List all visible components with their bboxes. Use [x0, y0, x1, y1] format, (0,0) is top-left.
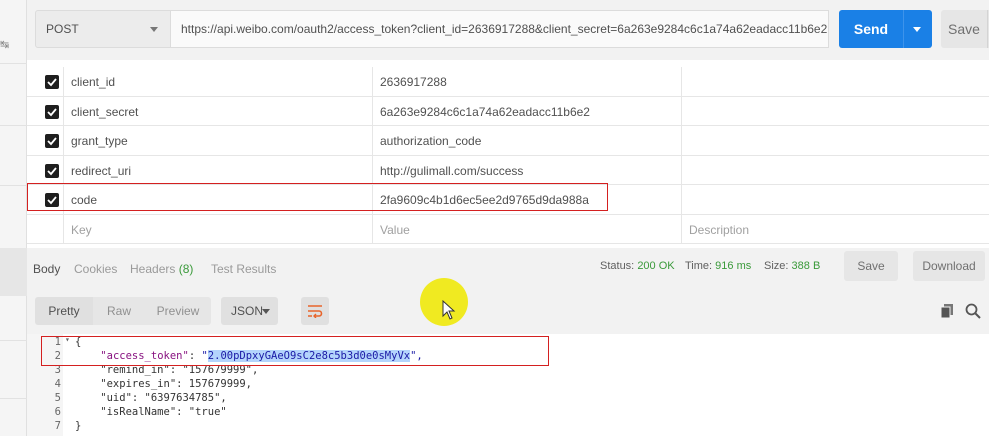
- download-button[interactable]: Download: [913, 251, 985, 281]
- format-label: JSON: [231, 304, 264, 318]
- param-value[interactable]: 6a263e9284c6c1a74a62eadacc11b6e2: [380, 105, 590, 119]
- param-value[interactable]: http://gulimall.com/success: [380, 164, 523, 178]
- save-label: Save: [948, 21, 980, 37]
- mouse-pointer-icon: [442, 300, 456, 320]
- annotation-highlight-box: [41, 336, 549, 366]
- checkbox-checked-icon[interactable]: [45, 134, 59, 148]
- tab-headers[interactable]: Headers (8): [130, 262, 193, 276]
- chevron-down-icon: [262, 309, 270, 314]
- size-readout: Size: 388 B: [764, 260, 820, 272]
- param-row: redirect_uri http://gulimall.com/success: [27, 155, 989, 185]
- url-input[interactable]: https://api.weibo.com/oauth2/access_toke…: [171, 10, 829, 48]
- tab-headers-label: Headers: [130, 262, 176, 276]
- send-divider: [903, 10, 904, 48]
- format-select[interactable]: JSON: [221, 297, 278, 325]
- wrap-lines-icon[interactable]: [301, 297, 329, 325]
- chevron-down-icon: [150, 27, 158, 32]
- param-key[interactable]: client_secret: [71, 105, 138, 119]
- size-value: 388 B: [791, 260, 821, 272]
- status-readout: Status: 200 OK: [600, 260, 675, 272]
- param-row: grant_type authorization_code: [27, 126, 989, 156]
- view-pretty-button[interactable]: Pretty: [35, 297, 93, 325]
- save-response-button[interactable]: Save: [844, 251, 898, 281]
- param-key[interactable]: grant_type: [71, 134, 128, 148]
- value-placeholder[interactable]: Value: [380, 223, 410, 237]
- code-line: }: [75, 420, 82, 432]
- method-label: POST: [46, 22, 79, 36]
- sidebar-divider: [0, 398, 27, 399]
- time-value: 916 ms: [715, 260, 752, 272]
- sidebar-edge-icon: ↹: [0, 39, 10, 51]
- request-url-bar: POST https://api.weibo.com/oauth2/access…: [27, 0, 989, 60]
- param-value[interactable]: authorization_code: [380, 134, 481, 148]
- description-placeholder[interactable]: Description: [689, 223, 749, 237]
- time-readout: Time: 916 ms: [685, 260, 751, 272]
- send-label: Send: [853, 21, 889, 37]
- tab-cookies[interactable]: Cookies: [74, 262, 117, 276]
- response-toolbar: Pretty Raw Preview JSON: [27, 288, 989, 334]
- params-table: client_id 2636917288 client_secret 6a263…: [27, 67, 989, 244]
- tab-test-results[interactable]: Test Results: [211, 262, 276, 276]
- save-request-button[interactable]: Save: [941, 10, 989, 48]
- code-line: "expires_in": 157679999,: [75, 378, 253, 390]
- checkbox-checked-icon[interactable]: [45, 163, 59, 178]
- tab-body[interactable]: Body: [33, 262, 60, 276]
- method-select[interactable]: POST: [35, 10, 171, 48]
- checkbox-checked-icon[interactable]: [45, 104, 59, 119]
- line-number: 7: [54, 420, 61, 432]
- status-label: Status:: [600, 260, 635, 272]
- sidebar-divider: [0, 125, 27, 126]
- param-key[interactable]: redirect_uri: [71, 164, 131, 178]
- sidebar-divider: [0, 340, 27, 341]
- time-label: Time:: [685, 260, 713, 272]
- checkbox-checked-icon[interactable]: [45, 75, 59, 89]
- sidebar-divider: [0, 63, 27, 64]
- send-button[interactable]: Send: [839, 10, 932, 48]
- line-number: 5: [54, 392, 61, 404]
- line-number: 4: [54, 378, 61, 390]
- view-preview-button[interactable]: Preview: [145, 297, 211, 325]
- key-placeholder[interactable]: Key: [71, 223, 92, 237]
- param-value[interactable]: 2636917288: [380, 75, 447, 89]
- left-sidebar-edge: ↹: [0, 0, 27, 436]
- save-divider: [987, 10, 988, 48]
- code-line: "isRealName": "true": [75, 406, 227, 418]
- chevron-down-icon[interactable]: [913, 26, 921, 32]
- sidebar-divider: [0, 185, 27, 186]
- response-tabs-bar: Body Cookies Headers (8) Test Results St…: [27, 248, 989, 288]
- headers-count-badge: (8): [178, 262, 194, 276]
- param-row: client_secret 6a263e9284c6c1a74a62eadacc…: [27, 96, 989, 126]
- annotation-highlight-box: [27, 183, 608, 211]
- param-key[interactable]: client_id: [71, 75, 115, 89]
- size-label: Size:: [764, 260, 789, 272]
- view-raw-button[interactable]: Raw: [93, 297, 145, 325]
- sidebar-selected-item[interactable]: [0, 248, 27, 296]
- copy-icon[interactable]: [940, 303, 954, 322]
- param-row-new: Key Value Description: [27, 214, 989, 244]
- line-number: 6: [54, 406, 61, 418]
- status-value: 200 OK: [637, 260, 675, 272]
- param-row: client_id 2636917288: [27, 67, 989, 97]
- mouse-cursor-highlight: [420, 278, 468, 326]
- code-line: "uid": "6397634785",: [75, 392, 227, 404]
- search-icon[interactable]: [965, 303, 981, 322]
